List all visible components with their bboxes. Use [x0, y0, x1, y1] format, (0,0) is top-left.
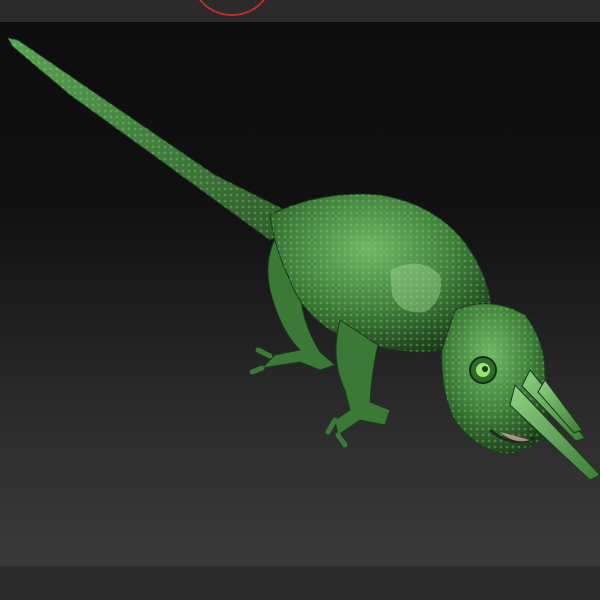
chameleon-model[interactable] — [0, 22, 600, 566]
top-toolbar — [0, 0, 600, 22]
brush-cursor-ring — [192, 0, 272, 16]
bottom-toolbar — [0, 566, 600, 600]
3d-viewport[interactable] — [0, 22, 600, 566]
